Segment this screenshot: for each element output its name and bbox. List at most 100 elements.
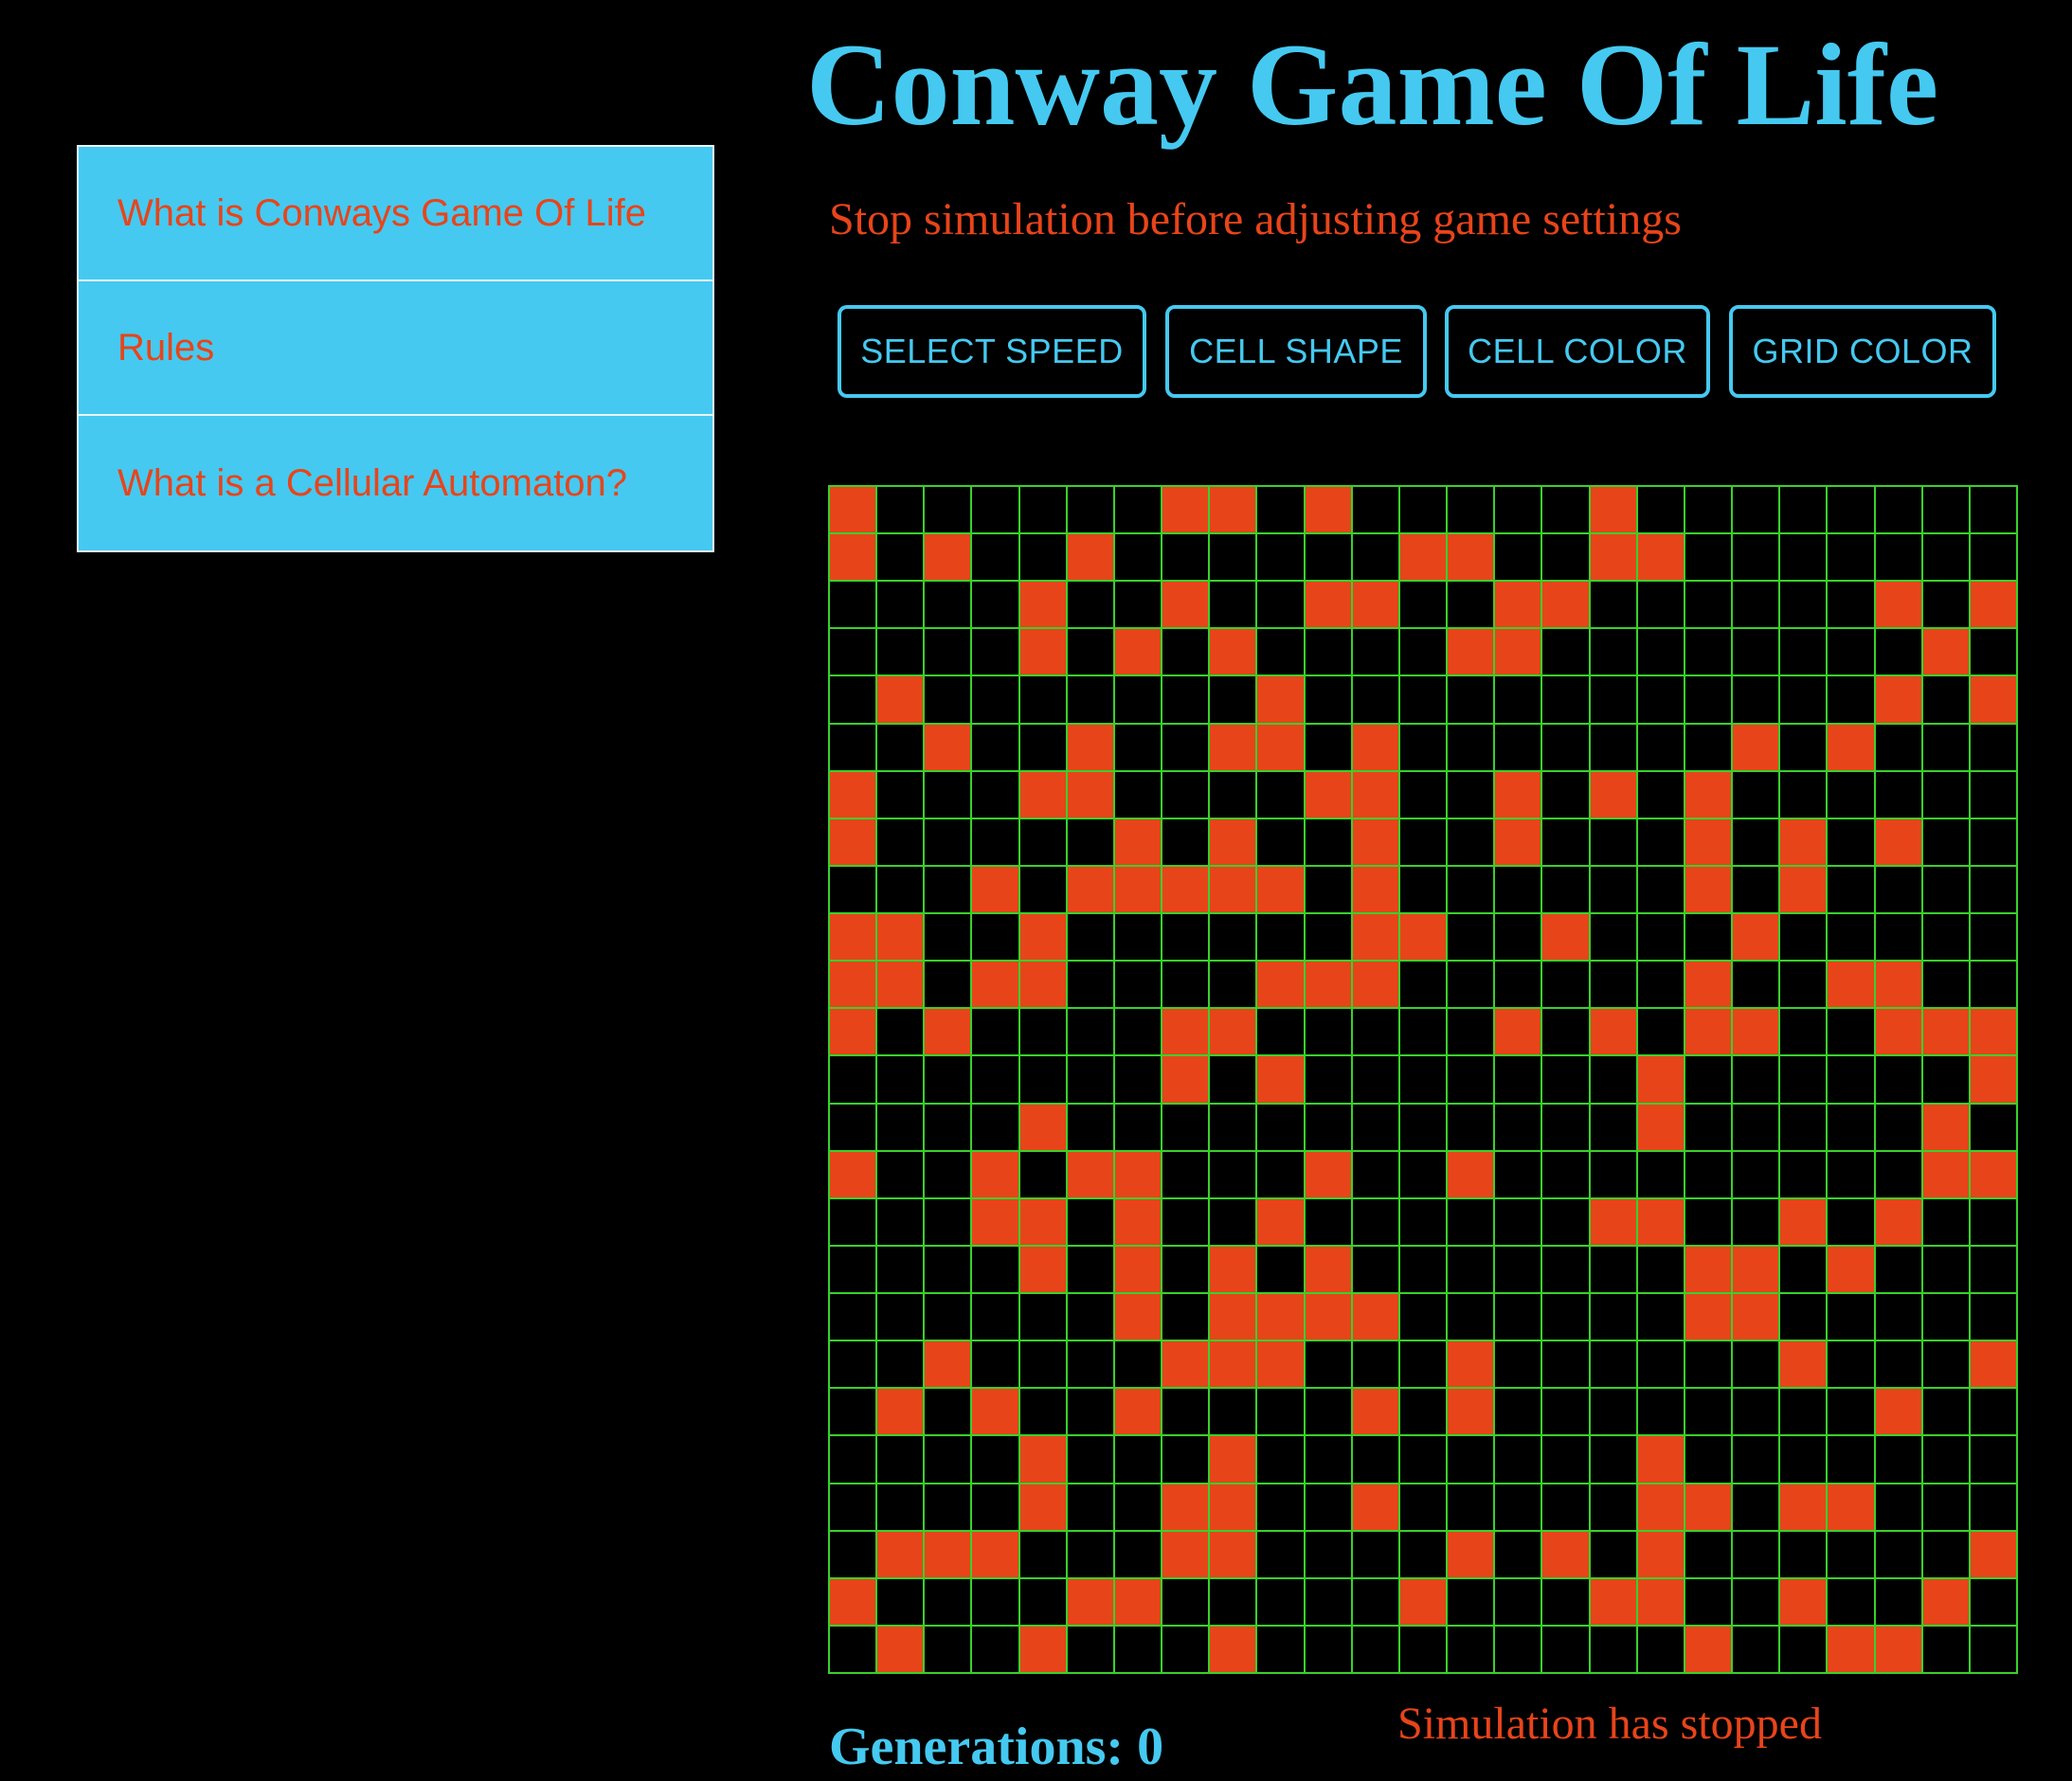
grid-cell[interactable] [1970, 866, 2016, 913]
grid-cell[interactable] [1352, 487, 1398, 533]
grid-cell[interactable] [1685, 582, 1732, 628]
grid-cell-alive[interactable] [1210, 866, 1256, 913]
grid-cell[interactable] [1162, 962, 1209, 1008]
grid-cell-alive[interactable] [925, 1531, 971, 1577]
grid-cell-alive[interactable] [1352, 819, 1398, 865]
grid-cell-alive[interactable] [1257, 962, 1304, 1008]
grid-cell[interactable] [925, 1389, 971, 1435]
grid-cell[interactable] [1875, 1056, 1921, 1103]
grid-cell-alive[interactable] [830, 914, 876, 961]
grid-cell[interactable] [925, 1056, 971, 1103]
grid-cell[interactable] [1399, 1389, 1447, 1435]
grid-cell-alive[interactable] [972, 1531, 1018, 1577]
grid-cell[interactable] [1210, 914, 1256, 961]
grid-cell[interactable] [1448, 771, 1494, 818]
grid-cell[interactable] [1305, 1389, 1351, 1435]
grid-cell[interactable] [972, 1484, 1018, 1530]
grid-cell-alive[interactable] [830, 819, 876, 865]
grid-cell[interactable] [1495, 1198, 1541, 1245]
grid-cell[interactable] [1828, 1578, 1874, 1625]
grid-cell-alive[interactable] [1019, 1198, 1066, 1245]
grid-cell[interactable] [1733, 582, 1779, 628]
grid-cell[interactable] [1399, 724, 1447, 770]
grid-cell[interactable] [1590, 1389, 1636, 1435]
grid-cell[interactable] [877, 1198, 924, 1245]
grid-cell[interactable] [1162, 1104, 1209, 1150]
grid-cell-alive[interactable] [1114, 629, 1162, 675]
grid-cell-alive[interactable] [1780, 1578, 1827, 1625]
grid-cell[interactable] [1828, 1151, 1874, 1197]
grid-cell[interactable] [1352, 1626, 1398, 1672]
grid-cell[interactable] [925, 1436, 971, 1483]
grid-cell[interactable] [830, 1056, 876, 1103]
grid-cell-alive[interactable] [1305, 1294, 1351, 1340]
grid-cell-alive[interactable] [1495, 582, 1541, 628]
grid-cell[interactable] [1828, 1389, 1874, 1435]
grid-cell[interactable] [1542, 1151, 1589, 1197]
grid-cell[interactable] [925, 1578, 971, 1625]
grid-cell[interactable] [1019, 1151, 1066, 1197]
grid-cell-alive[interactable] [877, 1389, 924, 1435]
grid-cell-alive[interactable] [1210, 1341, 1256, 1388]
grid-cell[interactable] [1828, 534, 1874, 581]
grid-cell[interactable] [925, 1198, 971, 1245]
grid-cell-alive[interactable] [1780, 1341, 1827, 1388]
grid-cell[interactable] [830, 724, 876, 770]
grid-cell[interactable] [1210, 771, 1256, 818]
grid-cell[interactable] [1542, 1246, 1589, 1293]
grid-cell-alive[interactable] [1114, 1151, 1162, 1197]
grid-cell[interactable] [1780, 771, 1827, 818]
grid-cell-alive[interactable] [1210, 629, 1256, 675]
grid-cell[interactable] [1257, 914, 1304, 961]
grid-cell-alive[interactable] [972, 1198, 1018, 1245]
grid-cell-alive[interactable] [877, 676, 924, 723]
grid-cell[interactable] [1637, 487, 1684, 533]
grid-cell[interactable] [1922, 1056, 1969, 1103]
grid-cell-alive[interactable] [1922, 1578, 1969, 1625]
grid-cell[interactable] [1448, 724, 1494, 770]
grid-cell[interactable] [1019, 1056, 1066, 1103]
grid-cell-alive[interactable] [877, 1531, 924, 1577]
grid-cell-alive[interactable] [1590, 1009, 1636, 1055]
grid-cell-alive[interactable] [1114, 1389, 1162, 1435]
grid-cell-alive[interactable] [1637, 1578, 1684, 1625]
grid-cell-alive[interactable] [1780, 819, 1827, 865]
grid-cell-alive[interactable] [830, 962, 876, 1008]
grid-cell[interactable] [1733, 1531, 1779, 1577]
grid-cell[interactable] [830, 1341, 876, 1388]
grid-cell[interactable] [1257, 771, 1304, 818]
grid-cell-alive[interactable] [1067, 1578, 1113, 1625]
grid-cell-alive[interactable] [1637, 1531, 1684, 1577]
grid-cell[interactable] [1542, 1436, 1589, 1483]
grid-cell[interactable] [1399, 1436, 1447, 1483]
grid-cell-alive[interactable] [1210, 1484, 1256, 1530]
grid-cell[interactable] [1352, 1246, 1398, 1293]
grid-cell[interactable] [1114, 962, 1162, 1008]
grid-cell[interactable] [1448, 914, 1494, 961]
grid-cell[interactable] [1637, 866, 1684, 913]
grid-cell-alive[interactable] [1352, 582, 1398, 628]
grid-cell-alive[interactable] [1019, 914, 1066, 961]
grid-cell-alive[interactable] [1399, 1578, 1447, 1625]
grid-cell[interactable] [1495, 1246, 1541, 1293]
grid-cell[interactable] [1352, 1531, 1398, 1577]
grid-cell-alive[interactable] [1114, 1246, 1162, 1293]
grid-cell[interactable] [972, 771, 1018, 818]
grid-cell[interactable] [1542, 1009, 1589, 1055]
grid-cell-alive[interactable] [1305, 487, 1351, 533]
grid-cell[interactable] [1019, 1294, 1066, 1340]
grid-cell[interactable] [1495, 1104, 1541, 1150]
grid-cell[interactable] [1542, 724, 1589, 770]
grid-cell[interactable] [1067, 676, 1113, 723]
grid-cell[interactable] [1019, 1341, 1066, 1388]
grid-cell[interactable] [1780, 1436, 1827, 1483]
grid-cell[interactable] [1875, 724, 1921, 770]
grid-cell-alive[interactable] [1922, 1104, 1969, 1150]
grid-cell[interactable] [1114, 1104, 1162, 1150]
grid-cell[interactable] [1495, 1056, 1541, 1103]
grid-cell[interactable] [1162, 914, 1209, 961]
grid-cell[interactable] [1733, 962, 1779, 1008]
grid-cell-alive[interactable] [1162, 1341, 1209, 1388]
grid-cell-alive[interactable] [1828, 1246, 1874, 1293]
grid-cell[interactable] [877, 1484, 924, 1530]
